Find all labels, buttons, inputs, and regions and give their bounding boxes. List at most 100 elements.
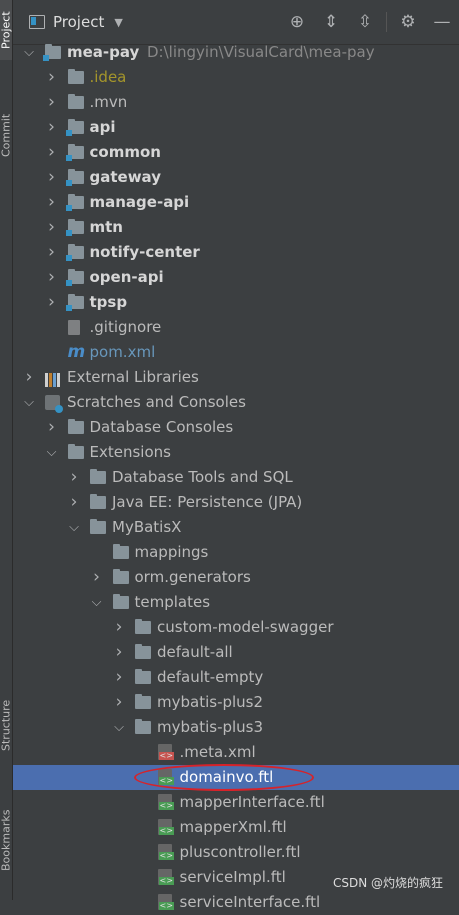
chevron-right-icon[interactable]: › bbox=[113, 690, 125, 715]
chevron-down-icon[interactable]: ⌵ bbox=[23, 40, 35, 65]
folder-icon bbox=[67, 444, 84, 459]
tree-row[interactable]: ⌵ mybatis-plus3 bbox=[13, 715, 459, 740]
folder-icon bbox=[112, 569, 129, 584]
folder-icon bbox=[112, 544, 129, 559]
chevron-right-icon[interactable]: › bbox=[23, 365, 35, 390]
commit-side-tab[interactable]: Commit bbox=[0, 95, 13, 175]
tree-row[interactable]: › default-empty bbox=[13, 665, 459, 690]
red-highlight-ellipse bbox=[134, 764, 314, 791]
module-folder-icon bbox=[65, 219, 84, 236]
chevron-right-icon[interactable]: › bbox=[46, 165, 58, 190]
tree-row[interactable]: › Database Tools and SQL bbox=[13, 465, 459, 490]
tree-row[interactable]: › Java EE: Persistence (JPA) bbox=[13, 490, 459, 515]
tree-row[interactable]: › default-all bbox=[13, 640, 459, 665]
chevron-right-icon[interactable]: › bbox=[46, 190, 58, 215]
tree-row[interactable]: › mybatis-plus2 bbox=[13, 690, 459, 715]
tree-row-label: custom-model-swagger bbox=[157, 618, 334, 636]
tree-row[interactable]: › Database Consoles bbox=[13, 415, 459, 440]
tree-row[interactable]: ⌵ MyBatisX bbox=[13, 515, 459, 540]
template-file-icon bbox=[157, 744, 174, 760]
locate-icon[interactable]: ⊕ bbox=[280, 12, 314, 32]
chevron-right-icon[interactable]: › bbox=[46, 240, 58, 265]
bookmarks-side-tab[interactable]: Bookmarks bbox=[0, 790, 13, 890]
tree-row[interactable]: .meta.xml bbox=[13, 740, 459, 765]
tree-row-label: Database Consoles bbox=[89, 418, 234, 436]
template-file-icon bbox=[157, 869, 174, 885]
template-file-icon bbox=[157, 794, 174, 810]
project-side-tab[interactable]: Project bbox=[0, 0, 13, 60]
tree-row-label: mybatis-plus2 bbox=[157, 693, 264, 711]
scratch-icon bbox=[45, 395, 63, 413]
tree-row-label: mappings bbox=[134, 543, 209, 561]
chevron-right-icon[interactable]: › bbox=[68, 465, 80, 490]
tree-row-label: Database Tools and SQL bbox=[112, 468, 293, 486]
chevron-down-icon[interactable]: ⌵ bbox=[113, 715, 125, 740]
template-file-icon bbox=[157, 819, 174, 835]
chevron-down-icon[interactable]: ⌵ bbox=[23, 390, 35, 415]
template-file-icon bbox=[157, 844, 174, 860]
tree-row-label: tpsp bbox=[89, 293, 128, 311]
tree-row[interactable]: pluscontroller.ftl bbox=[13, 840, 459, 865]
chevron-right-icon[interactable]: › bbox=[46, 90, 58, 115]
project-view-selector[interactable]: Project ▼ bbox=[13, 13, 123, 31]
tree-row[interactable]: › manage-api bbox=[13, 190, 459, 215]
tree-row-label: pluscontroller.ftl bbox=[179, 843, 301, 861]
tree-row[interactable]: m pom.xml bbox=[13, 340, 459, 365]
tree-row[interactable]: › .idea bbox=[13, 65, 459, 90]
chevron-right-icon[interactable]: › bbox=[113, 615, 125, 640]
tree-row[interactable]: ⌵ templates bbox=[13, 590, 459, 615]
structure-side-tab[interactable]: Structure bbox=[0, 680, 13, 770]
minimize-icon[interactable]: — bbox=[425, 12, 459, 32]
tree-row[interactable]: ⌵ Extensions bbox=[13, 440, 459, 465]
tree-row[interactable]: › .mvn bbox=[13, 90, 459, 115]
chevron-down-icon[interactable]: ⌵ bbox=[91, 590, 103, 615]
tree-row-label: Scratches and Consoles bbox=[67, 393, 246, 411]
chevron-right-icon[interactable]: › bbox=[91, 565, 103, 590]
tree-row[interactable]: mapperInterface.ftl bbox=[13, 790, 459, 815]
maven-icon: m bbox=[67, 342, 86, 362]
chevron-right-icon[interactable]: › bbox=[46, 65, 58, 90]
tree-row[interactable]: › api bbox=[13, 115, 459, 140]
chevron-right-icon[interactable]: › bbox=[46, 290, 58, 315]
tree-row[interactable]: › custom-model-swagger bbox=[13, 615, 459, 640]
chevron-right-icon[interactable]: › bbox=[46, 265, 58, 290]
tree-row[interactable]: ⌵ mea-pay D:\lingyin\VisualCard\mea-pay bbox=[13, 40, 459, 65]
tree-row[interactable]: › mtn bbox=[13, 215, 459, 240]
left-tool-strip: Project Commit Structure Bookmarks bbox=[0, 0, 13, 900]
module-folder-icon bbox=[65, 169, 84, 186]
chevron-right-icon[interactable]: › bbox=[113, 665, 125, 690]
chevron-right-icon[interactable]: › bbox=[46, 140, 58, 165]
tree-row[interactable]: .gitignore bbox=[13, 315, 459, 340]
tree-row[interactable]: › tpsp bbox=[13, 290, 459, 315]
folder-icon bbox=[135, 669, 151, 684]
tree-row[interactable]: › common bbox=[13, 140, 459, 165]
tree-row[interactable]: › External Libraries bbox=[13, 365, 459, 390]
chevron-right-icon[interactable]: › bbox=[68, 490, 80, 515]
tree-row-label: gateway bbox=[89, 168, 162, 186]
gear-icon[interactable]: ⚙ bbox=[391, 12, 425, 32]
tree-row[interactable]: mapperXml.ftl bbox=[13, 815, 459, 840]
tree-row[interactable]: › orm.generators bbox=[13, 565, 459, 590]
chevron-right-icon[interactable]: › bbox=[46, 115, 58, 140]
tree-row-label: notify-center bbox=[89, 243, 200, 261]
tree-row-label: default-all bbox=[157, 643, 233, 661]
chevron-right-icon[interactable]: › bbox=[113, 640, 125, 665]
chevron-down-icon[interactable]: ⌵ bbox=[68, 515, 80, 540]
tree-row[interactable]: mappings bbox=[13, 540, 459, 565]
tree-row[interactable]: serviceInterface.ftl bbox=[13, 890, 459, 915]
expand-all-icon[interactable]: ⇕ bbox=[314, 12, 348, 32]
tree-row[interactable]: ⌵ Scratches and Consoles bbox=[13, 390, 459, 415]
chevron-down-icon[interactable]: ⌵ bbox=[46, 440, 58, 465]
chevron-right-icon[interactable]: › bbox=[46, 215, 58, 240]
tree-row[interactable]: › open-api bbox=[13, 265, 459, 290]
tree-row-label: serviceImpl.ftl bbox=[179, 868, 286, 886]
structure-side-tab-label: Structure bbox=[0, 699, 13, 751]
tree-row-label: mapperInterface.ftl bbox=[179, 793, 325, 811]
tree-row-label: serviceInterface.ftl bbox=[179, 893, 321, 911]
tree-row[interactable]: › gateway bbox=[13, 165, 459, 190]
module-folder-icon bbox=[65, 119, 84, 136]
tree-row[interactable]: › notify-center bbox=[13, 240, 459, 265]
chevron-right-icon[interactable]: › bbox=[46, 415, 58, 440]
collapse-all-icon[interactable]: ⇳ bbox=[348, 12, 382, 32]
module-folder-icon bbox=[65, 294, 84, 311]
